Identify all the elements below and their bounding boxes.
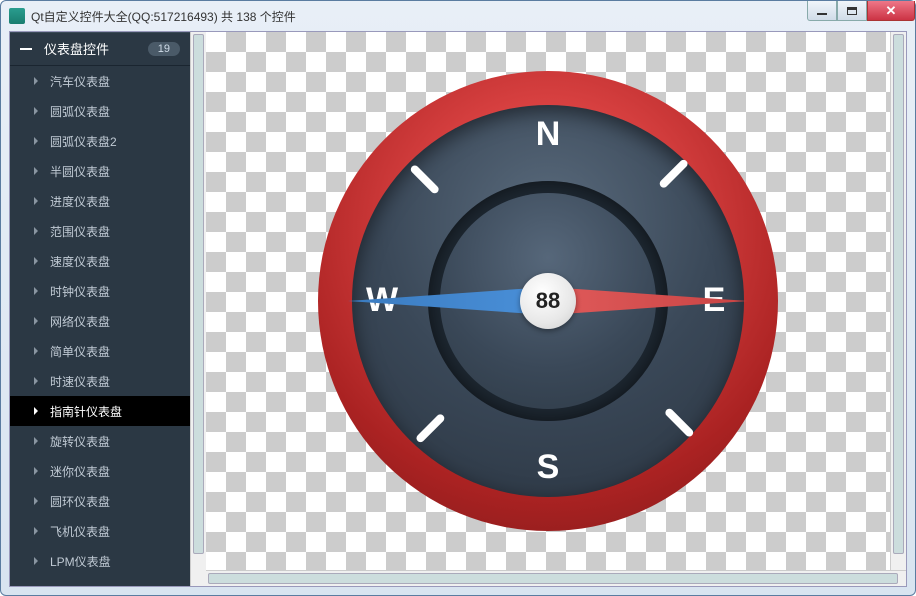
sidebar-category-title: 仪表盘控件 bbox=[44, 39, 148, 58]
chevron-right-icon bbox=[34, 287, 38, 295]
client-area: 仪表盘控件 19 汽车仪表盘圆弧仪表盘圆弧仪表盘2 半圆仪表盘进度仪表盘范围仪表盘… bbox=[9, 31, 907, 587]
chevron-right-icon bbox=[34, 407, 38, 415]
compass-gauge: N S E W 88 bbox=[318, 71, 778, 531]
compass-value: 88 bbox=[520, 273, 576, 329]
sidebar-item[interactable]: 速度仪表盘 bbox=[10, 246, 190, 276]
chevron-right-icon bbox=[34, 497, 38, 505]
chevron-right-icon bbox=[34, 317, 38, 325]
close-icon: ✕ bbox=[886, 3, 897, 19]
sidebar-item-label: 圆弧仪表盘 bbox=[50, 103, 110, 120]
chevron-right-icon bbox=[34, 227, 38, 235]
chevron-right-icon bbox=[34, 377, 38, 385]
sidebar-item-label: LPM仪表盘 bbox=[50, 553, 111, 570]
sidebar-item-label: 速度仪表盘 bbox=[50, 253, 110, 270]
sidebar-items: 汽车仪表盘圆弧仪表盘圆弧仪表盘2 半圆仪表盘进度仪表盘范围仪表盘速度仪表盘时钟仪表… bbox=[10, 66, 190, 586]
sidebar-item[interactable]: 迷你仪表盘 bbox=[10, 456, 190, 486]
canvas-wrap: N S E W 88 bbox=[206, 32, 906, 586]
sidebar-item-label: 圆弧仪表盘2 bbox=[50, 133, 117, 150]
sidebar-category-header[interactable]: 仪表盘控件 19 bbox=[10, 32, 190, 66]
chevron-right-icon bbox=[34, 557, 38, 565]
app-icon bbox=[9, 8, 25, 24]
canvas-vertical-scrollbar[interactable] bbox=[890, 32, 906, 570]
canvas-body: N S E W 88 bbox=[206, 32, 906, 570]
application-window: Qt自定义控件大全(QQ:517216493) 共 138 个控件 ✕ 仪表盘控… bbox=[0, 0, 916, 596]
chevron-right-icon bbox=[34, 527, 38, 535]
sidebar-item-label: 时钟仪表盘 bbox=[50, 283, 110, 300]
sidebar-item[interactable]: 汽车仪表盘 bbox=[10, 66, 190, 96]
sidebar-item[interactable]: 网络仪表盘 bbox=[10, 306, 190, 336]
chevron-right-icon bbox=[34, 167, 38, 175]
titlebar[interactable]: Qt自定义控件大全(QQ:517216493) 共 138 个控件 ✕ bbox=[1, 1, 915, 31]
chevron-right-icon bbox=[34, 137, 38, 145]
sidebar-scrollbar[interactable] bbox=[190, 32, 206, 586]
window-controls: ✕ bbox=[807, 1, 915, 21]
sidebar-item[interactable]: 旋转仪表盘 bbox=[10, 426, 190, 456]
sidebar-scrollbar-thumb[interactable] bbox=[193, 34, 204, 554]
sidebar-item[interactable]: 时钟仪表盘 bbox=[10, 276, 190, 306]
sidebar-item[interactable]: 时速仪表盘 bbox=[10, 366, 190, 396]
canvas-vertical-scrollbar-thumb[interactable] bbox=[893, 34, 904, 554]
window-title: Qt自定义控件大全(QQ:517216493) 共 138 个控件 bbox=[31, 8, 907, 25]
sidebar-item[interactable]: LPM仪表盘 bbox=[10, 546, 190, 576]
sidebar-item-label: 旋转仪表盘 bbox=[50, 433, 110, 450]
chevron-right-icon bbox=[34, 77, 38, 85]
sidebar-item-label: 时速仪表盘 bbox=[50, 373, 110, 390]
sidebar-item[interactable]: 圆弧仪表盘2 bbox=[10, 126, 190, 156]
chevron-right-icon bbox=[34, 467, 38, 475]
collapse-icon bbox=[20, 48, 32, 50]
canvas: N S E W 88 bbox=[206, 32, 890, 570]
sidebar-item[interactable]: 进度仪表盘 bbox=[10, 186, 190, 216]
sidebar-item-label: 半圆仪表盘 bbox=[50, 163, 110, 180]
canvas-horizontal-scrollbar-thumb[interactable] bbox=[208, 573, 898, 584]
maximize-button[interactable] bbox=[837, 1, 867, 21]
sidebar-category-badge: 19 bbox=[148, 42, 180, 56]
sidebar-item-label: 飞机仪表盘 bbox=[50, 523, 110, 540]
minimize-icon bbox=[817, 13, 827, 15]
sidebar-item[interactable]: 指南针仪表盘 bbox=[10, 396, 190, 426]
chevron-right-icon bbox=[34, 107, 38, 115]
sidebar-item[interactable]: 圆弧仪表盘 bbox=[10, 96, 190, 126]
sidebar-item[interactable]: 飞机仪表盘 bbox=[10, 516, 190, 546]
sidebar-item[interactable]: 半圆仪表盘 bbox=[10, 156, 190, 186]
sidebar-item-label: 汽车仪表盘 bbox=[50, 73, 110, 90]
sidebar-item-label: 迷你仪表盘 bbox=[50, 463, 110, 480]
sidebar-item-label: 圆环仪表盘 bbox=[50, 493, 110, 510]
close-button[interactable]: ✕ bbox=[867, 1, 915, 21]
sidebar-item-label: 指南针仪表盘 bbox=[50, 403, 122, 420]
sidebar: 仪表盘控件 19 汽车仪表盘圆弧仪表盘圆弧仪表盘2 半圆仪表盘进度仪表盘范围仪表盘… bbox=[10, 32, 190, 586]
sidebar-item-label: 网络仪表盘 bbox=[50, 313, 110, 330]
sidebar-item[interactable]: 范围仪表盘 bbox=[10, 216, 190, 246]
sidebar-item[interactable]: 圆环仪表盘 bbox=[10, 486, 190, 516]
sidebar-item[interactable]: 简单仪表盘 bbox=[10, 336, 190, 366]
canvas-horizontal-scrollbar[interactable] bbox=[206, 570, 906, 586]
chevron-right-icon bbox=[34, 197, 38, 205]
sidebar-item-label: 范围仪表盘 bbox=[50, 223, 110, 240]
chevron-right-icon bbox=[34, 347, 38, 355]
chevron-right-icon bbox=[34, 437, 38, 445]
compass-needle-west bbox=[348, 287, 548, 315]
maximize-icon bbox=[847, 7, 857, 15]
chevron-right-icon bbox=[34, 257, 38, 265]
minimize-button[interactable] bbox=[807, 1, 837, 21]
sidebar-item-label: 简单仪表盘 bbox=[50, 343, 110, 360]
compass-needle-east bbox=[548, 287, 748, 315]
sidebar-item-label: 进度仪表盘 bbox=[50, 193, 110, 210]
